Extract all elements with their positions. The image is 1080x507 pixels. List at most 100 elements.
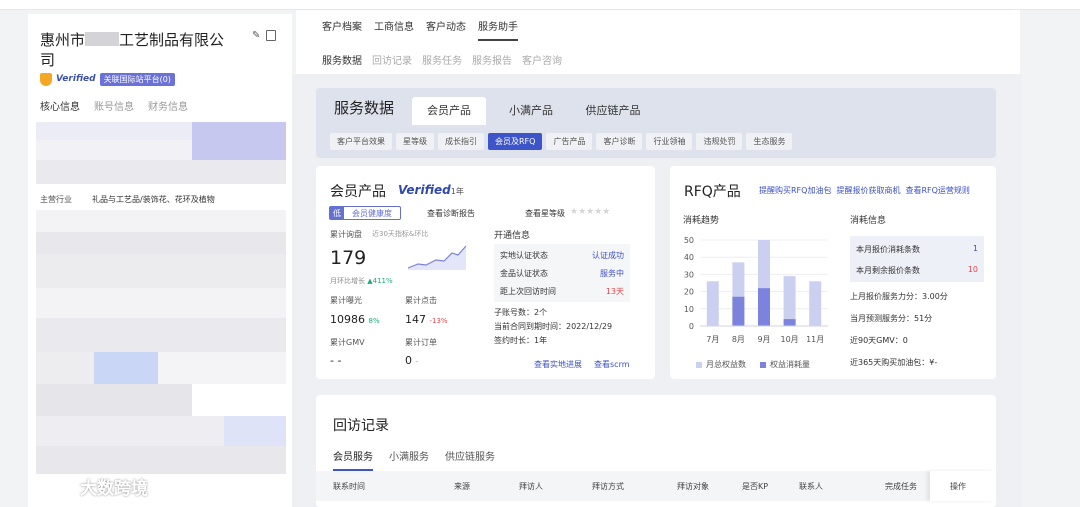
- company-name: 惠州市 工艺制品有限公司: [40, 30, 230, 70]
- service-data-title: 服务数据: [334, 99, 395, 117]
- chip-violations[interactable]: 违规处罚: [696, 133, 743, 150]
- diagnosis-report-link[interactable]: 查看诊断报告: [427, 208, 475, 219]
- tab-service-assistant[interactable]: 服务助手: [478, 18, 518, 41]
- health-label: 会员健康度: [352, 209, 392, 218]
- app-root: 惠州市 工艺制品有限公司 ✎ Verified 关联国际站平台(0) 核心信息 账…: [0, 0, 1080, 507]
- blurred-row: [36, 232, 286, 254]
- inquiry-sublabel: 近30天指标&环比: [372, 230, 429, 238]
- member-product-card: 会员产品 Verified1年 低 会员健康度 查看诊断报告 查看星等级 ★★★…: [316, 166, 655, 379]
- field-progress-link[interactable]: 查看实地进展: [534, 359, 582, 370]
- blurred-row: [36, 446, 286, 474]
- tab-xiaoman-products[interactable]: 小满产品: [494, 97, 568, 125]
- chip-growth-guide[interactable]: 成长指引: [438, 133, 484, 150]
- col-actions-header: 操作: [930, 471, 996, 501]
- month-left-label: 本月剩余报价条数: [856, 266, 920, 275]
- tab-supply-chain-products[interactable]: 供应链产品: [576, 97, 650, 125]
- badge-row: Verified 关联国际站平台(0): [40, 72, 175, 86]
- x-tick-label: 8月: [732, 335, 745, 344]
- sign-years: 签约时长：1年: [494, 336, 548, 345]
- gold-cert-value: 服务中: [600, 269, 624, 278]
- col-actions: 操作: [950, 482, 966, 491]
- col-contact: 联系人: [799, 482, 823, 491]
- chip-industry-leader[interactable]: 行业领袖: [646, 133, 693, 150]
- legend-used: 权益消耗量: [760, 359, 810, 370]
- quote-remind-link[interactable]: 提醒报价获取商机: [836, 185, 900, 196]
- chip-member-rfq[interactable]: 会员及RFQ: [488, 133, 543, 150]
- blurred-row: [158, 352, 286, 384]
- intl-site-link[interactable]: 关联国际站平台(0): [99, 72, 175, 86]
- star-rating-icon: ★★★★★: [570, 207, 611, 217]
- blurred-row: [94, 352, 158, 384]
- tab-customer-profile[interactable]: 客户档案: [322, 18, 362, 41]
- tab-member-service[interactable]: 会员服务: [333, 448, 373, 471]
- chip-ad-products[interactable]: 广告产品: [546, 133, 593, 150]
- visit-records-title: 回访记录: [333, 418, 389, 434]
- rfq-rules-link[interactable]: 查看RFQ运营规则: [905, 185, 969, 196]
- blurred-row: [36, 210, 286, 232]
- left-tabs: 核心信息 账号信息 财务信息: [40, 98, 188, 113]
- x-tick-label: 7月: [706, 335, 719, 344]
- scrm-link[interactable]: 查看scrm: [594, 359, 630, 370]
- col-contact-time: 联系时间: [333, 482, 365, 491]
- health-indicator: 低 会员健康度: [329, 206, 401, 220]
- x-tick-label: 11月: [806, 335, 824, 344]
- growth-line: 月环比增长 ▲411%: [330, 276, 393, 286]
- fuel-pack-365days: 近365天购买加油包：¥-: [850, 358, 938, 367]
- industry-value: 礼品与工艺品/装饰花、花环及植物: [92, 195, 215, 204]
- orders-value: 0 -: [405, 354, 418, 367]
- table-header: 联系时间 来源 拜访人 拜访方式 拜访对象 是否KP 联系人 完成任务 操作: [316, 471, 996, 501]
- y-tick-label: 10: [684, 305, 694, 314]
- growth-value: 411%: [372, 277, 393, 285]
- tab-business-info[interactable]: 工商信息: [374, 18, 414, 41]
- consume-trend-label: 消耗趋势: [683, 216, 720, 226]
- blurred-row: [36, 384, 192, 416]
- tab-customer-activity[interactable]: 客户动态: [426, 18, 466, 41]
- legend-used-label: 权益消耗量: [770, 360, 810, 369]
- tab-account-info[interactable]: 账号信息: [94, 98, 134, 113]
- tab-supply-chain-service[interactable]: 供应链服务: [445, 448, 495, 471]
- forecast-score: 当月预测服务分：51分: [850, 314, 933, 323]
- chip-star-level[interactable]: 星等级: [396, 133, 434, 150]
- col-visit-target: 拜访对象: [677, 482, 709, 491]
- company-prefix: 惠州市: [40, 31, 86, 49]
- subtab-visit-records[interactable]: 回访记录: [372, 52, 412, 67]
- y-tick-label: 20: [684, 288, 694, 297]
- exposure-label: 累计曝光: [330, 296, 362, 305]
- clicks-pct: -13%: [429, 317, 448, 325]
- subtab-service-data[interactable]: 服务数据: [322, 52, 362, 67]
- chip-ecosystem[interactable]: 生态服务: [746, 133, 793, 150]
- subtab-service-tasks[interactable]: 服务任务: [422, 52, 462, 67]
- tab-finance-info[interactable]: 财务信息: [148, 98, 188, 113]
- tab-core-info[interactable]: 核心信息: [40, 98, 80, 113]
- y-tick-label: 50: [684, 236, 694, 245]
- blurred-row: [192, 122, 286, 160]
- bar-total: [809, 281, 822, 326]
- buy-fuel-pack-link[interactable]: 提醒购买RFQ加油包: [759, 185, 831, 196]
- blurred-row: [36, 254, 286, 288]
- tab-xiaoman-service[interactable]: 小满服务: [389, 448, 429, 471]
- visit-tabs: 会员服务 小满服务 供应链服务: [333, 448, 495, 471]
- subtab-customer-consult[interactable]: 客户咨询: [522, 52, 562, 67]
- rfq-title: RFQ产品: [684, 184, 741, 200]
- exposure-pct: 8%: [368, 317, 380, 325]
- col-visit-method: 拜访方式: [592, 482, 624, 491]
- tab-member-products[interactable]: 会员产品: [412, 97, 486, 125]
- rfq-product-card: RFQ产品 提醒购买RFQ加油包 提醒报价获取商机 查看RFQ运营规则 消耗趋势…: [670, 166, 996, 379]
- customer-info-panel: 惠州市 工艺制品有限公司 ✎ Verified 关联国际站平台(0) 核心信息 账…: [28, 14, 292, 507]
- chip-platform-effect[interactable]: 客户平台效果: [330, 133, 392, 150]
- bar-used: [783, 319, 796, 326]
- consume-info-box: 本月报价消耗条数 1 本月剩余报价条数 10: [850, 236, 984, 282]
- exposure-value: 10986 8%: [330, 313, 380, 326]
- bar-used: [732, 296, 745, 326]
- last-visit-label: 距上次回访时间: [500, 287, 556, 296]
- blurred-row: [36, 288, 286, 318]
- document-icon[interactable]: [266, 30, 276, 41]
- x-tick-label: 9月: [757, 335, 770, 344]
- subtab-service-report[interactable]: 服务报告: [472, 52, 512, 67]
- star-level-link[interactable]: 查看星等级: [525, 208, 565, 219]
- edit-icon[interactable]: ✎: [252, 30, 262, 41]
- chip-diagnosis[interactable]: 客户诊断: [596, 133, 643, 150]
- top-bar: [0, 0, 1080, 10]
- gold-medal-icon: [40, 72, 52, 86]
- field-cert-value: 认证成功: [592, 251, 624, 260]
